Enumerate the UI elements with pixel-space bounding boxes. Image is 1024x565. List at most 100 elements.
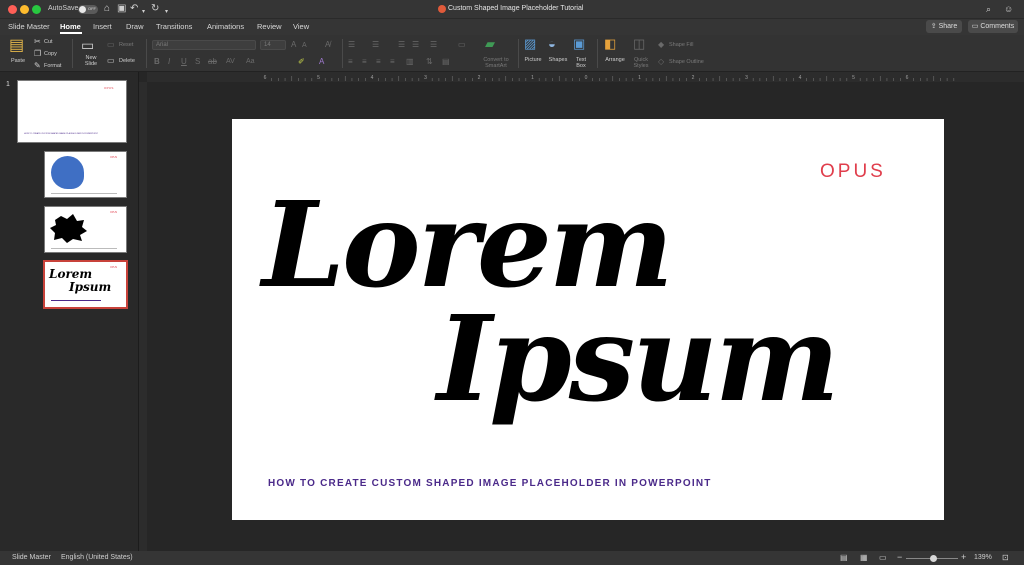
strikethrough-icon[interactable]: ab <box>208 56 217 68</box>
zoom-level[interactable]: 139% <box>974 554 992 561</box>
text-direction-icon[interactable]: ⇅ <box>426 56 433 68</box>
new-slide-label[interactable]: New Slide <box>78 55 104 67</box>
ruler-number: 2 <box>478 75 481 81</box>
numbering-icon[interactable]: ☰ <box>372 39 379 51</box>
justify-icon[interactable]: ≡ <box>390 56 395 68</box>
line-spacing-icon[interactable]: ☰ <box>430 39 437 51</box>
slide-title-line2[interactable]: Ipsum <box>437 299 840 419</box>
new-slide-icon[interactable]: ▭ <box>81 38 94 52</box>
tab-view[interactable]: View <box>293 22 309 31</box>
home-ribbon: ▤ Paste ✂ Cut ❐ Copy ✎ Format ▭ New Slid… <box>0 35 1024 72</box>
maximize-window-button[interactable] <box>32 5 41 14</box>
delete-label[interactable]: Delete <box>119 58 135 64</box>
decrease-indent-icon[interactable]: ☰ <box>398 39 405 51</box>
change-case-icon[interactable]: Aa <box>246 56 255 68</box>
thumbnail-layout-2[interactable]: OPUS <box>44 206 127 253</box>
cut-icon[interactable]: ✂ <box>34 36 41 48</box>
convert-smartart-label[interactable]: Convert to SmartArt <box>478 57 514 69</box>
save-icon[interactable]: ▣ <box>117 3 126 15</box>
increase-font-icon[interactable]: A <box>291 39 296 51</box>
tab-slide-master[interactable]: Slide Master <box>8 22 50 31</box>
bold-icon[interactable]: B <box>154 56 160 68</box>
font-color-icon[interactable]: A <box>319 56 324 68</box>
smartart-icon[interactable]: ▰ <box>485 37 495 50</box>
paste-icon[interactable]: ▤ <box>9 38 24 54</box>
shapes-label[interactable]: Shapes <box>545 57 571 63</box>
text-box-options-icon[interactable]: ▭ <box>458 39 466 51</box>
format-painter-icon[interactable]: ✎ <box>34 60 41 72</box>
thumbnail-master[interactable]: OPUS HOW TO CREATE CUSTOM SHAPED IMAGE P… <box>17 80 127 143</box>
undo-icon[interactable]: ↶ <box>130 3 138 15</box>
clear-format-icon[interactable]: A̸ <box>325 39 330 51</box>
redo-icon[interactable]: ↻ <box>151 3 159 15</box>
shape-outline-label[interactable]: Shape Outline <box>669 59 704 65</box>
char-spacing-icon[interactable]: AV <box>226 56 235 68</box>
shape-fill-label[interactable]: Shape Fill <box>669 42 693 48</box>
close-window-button[interactable] <box>8 5 17 14</box>
align-text-icon[interactable]: ▤ <box>442 56 450 68</box>
reset-icon[interactable]: ▭ <box>107 39 115 51</box>
text-box-icon[interactable]: ▣ <box>573 37 585 50</box>
align-center-icon[interactable]: ≡ <box>362 56 367 68</box>
slide-title-line1[interactable]: Lorem <box>262 185 674 305</box>
minimize-window-button[interactable] <box>20 5 29 14</box>
decrease-font-icon[interactable]: A <box>302 40 307 52</box>
arrange-label[interactable]: Arrange <box>601 57 629 63</box>
font-size-box[interactable]: 14 <box>260 40 286 50</box>
tab-home[interactable]: Home <box>60 22 81 31</box>
slide-subtitle[interactable]: HOW TO CREATE CUSTOM SHAPED IMAGE PLACEH… <box>268 478 712 489</box>
status-language[interactable]: English (United States) <box>61 554 133 561</box>
picture-label[interactable]: Picture <box>521 57 545 63</box>
paste-label[interactable]: Paste <box>6 58 30 64</box>
autosave-toggle[interactable]: OFF <box>78 5 98 14</box>
slide[interactable]: OPUS Lorem Ipsum HOW TO CREATE CUSTOM SH… <box>232 119 944 520</box>
highlight-icon[interactable]: ✐ <box>298 56 305 68</box>
account-icon[interactable]: ☺ <box>1004 3 1013 15</box>
format-label[interactable]: Format <box>44 63 61 69</box>
shadow-icon[interactable]: S <box>195 56 200 68</box>
quick-styles-icon[interactable]: ◫ <box>633 37 645 50</box>
picture-icon[interactable]: ▨ <box>524 37 536 50</box>
slideshow-icon[interactable]: ▭ <box>879 553 887 562</box>
tab-transitions[interactable]: Transitions <box>156 22 192 31</box>
align-left-icon[interactable]: ≡ <box>348 56 353 68</box>
normal-view-icon[interactable]: ▤ <box>840 553 848 562</box>
tab-review[interactable]: Review <box>257 22 282 31</box>
arrange-icon[interactable]: ◧ <box>604 37 616 50</box>
delete-icon[interactable]: ▭ <box>107 55 115 67</box>
zoom-out-icon[interactable]: − <box>897 552 902 562</box>
font-name-box[interactable]: Arial <box>152 40 256 50</box>
reset-label[interactable]: Reset <box>119 42 133 48</box>
align-right-icon[interactable]: ≡ <box>376 56 381 68</box>
share-button[interactable]: ⇪ Share <box>926 20 962 33</box>
quick-styles-label[interactable]: Quick Styles <box>629 57 653 69</box>
copy-label[interactable]: Copy <box>44 51 57 57</box>
comments-button[interactable]: ▭ Comments <box>968 20 1018 33</box>
tab-insert[interactable]: Insert <box>93 22 112 31</box>
slide-sorter-icon[interactable]: ▦ <box>860 553 868 562</box>
thumbnail-layout-3-selected[interactable]: OPUS Lorem Ipsum <box>43 260 128 309</box>
text-box-label[interactable]: Text Box <box>571 57 591 69</box>
tab-draw[interactable]: Draw <box>126 22 144 31</box>
fit-to-window-icon[interactable]: ⊡ <box>1002 553 1009 562</box>
home-icon[interactable]: ⌂ <box>104 3 110 15</box>
shape-fill-icon[interactable]: ◆ <box>658 39 664 51</box>
tab-animations[interactable]: Animations <box>207 22 244 31</box>
search-icon[interactable]: ⌕ <box>986 3 991 15</box>
italic-icon[interactable]: I <box>168 56 170 68</box>
thumbnail-layout-1[interactable]: OPUS <box>44 151 127 198</box>
shapes-icon[interactable]: ◒ <box>548 37 556 50</box>
columns-icon[interactable]: ▥ <box>406 56 414 68</box>
zoom-slider-thumb[interactable] <box>930 555 937 562</box>
vertical-ruler[interactable] <box>139 82 147 551</box>
shape-outline-icon[interactable]: ◇ <box>658 56 664 68</box>
cut-label[interactable]: Cut <box>44 39 53 45</box>
horizontal-ruler[interactable]: 6 5 4 3 2 1 0 1 2 3 4 5 6 <box>147 72 1024 82</box>
chevron-down-icon[interactable]: ▾ <box>142 6 145 18</box>
bullets-icon[interactable]: ☰ <box>348 39 355 51</box>
zoom-in-icon[interactable]: + <box>961 552 966 562</box>
copy-icon[interactable]: ❐ <box>34 48 41 60</box>
customize-toolbar-icon[interactable]: ▾ <box>165 6 168 18</box>
underline-icon[interactable]: U <box>181 56 187 68</box>
increase-indent-icon[interactable]: ☰ <box>412 39 419 51</box>
